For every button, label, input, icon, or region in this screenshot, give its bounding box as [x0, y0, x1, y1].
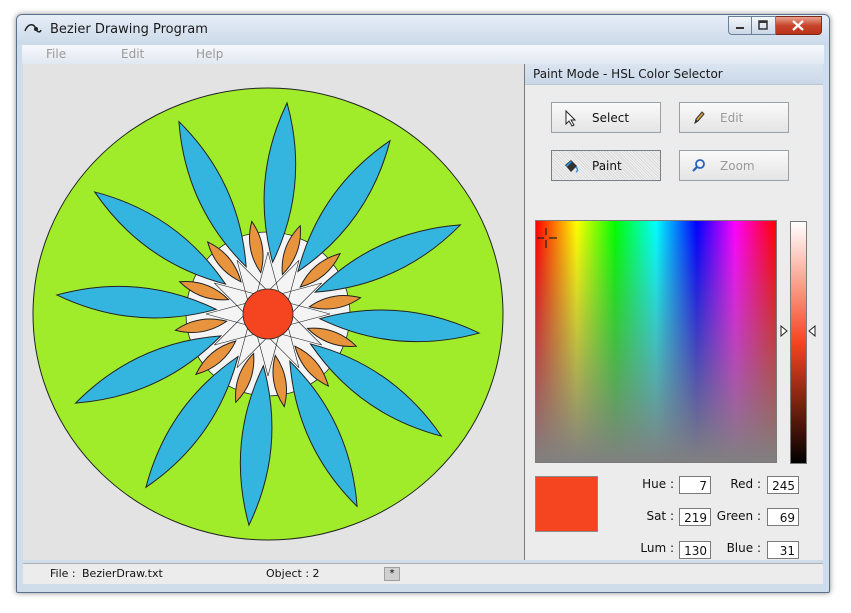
hue-saturation-picker[interactable] — [535, 220, 777, 463]
luminance-left-arrow-icon[interactable] — [780, 325, 788, 337]
menu-bar: File Edit Help — [22, 45, 824, 64]
status-file-name: BezierDraw.txt — [82, 567, 163, 580]
status-file-label: File : — [50, 567, 76, 580]
blue-label: Blue : — [726, 541, 761, 555]
menu-edit[interactable]: Edit — [121, 47, 144, 61]
luminance-slider[interactable] — [790, 221, 807, 464]
minimize-icon — [736, 27, 744, 29]
lum-field[interactable]: 130 — [679, 541, 711, 559]
maximize-icon — [758, 20, 768, 30]
bezier-app-icon — [24, 24, 42, 33]
paint-mode-panel: Paint Mode - HSL Color Selector Select E… — [525, 64, 823, 560]
selected-color-swatch — [535, 476, 598, 532]
close-icon — [792, 20, 804, 31]
magnifier-icon — [692, 159, 705, 172]
pencil-icon — [694, 111, 705, 125]
crosshair-icon — [537, 228, 557, 248]
zoom-tool-button[interactable]: Zoom — [679, 150, 789, 181]
green-field[interactable]: 69 — [767, 508, 799, 526]
sat-field[interactable]: 219 — [679, 508, 711, 526]
status-grip: * — [384, 567, 400, 581]
maximize-button[interactable] — [752, 16, 776, 35]
paint-bucket-icon — [565, 160, 579, 173]
select-arrow-icon — [565, 109, 577, 127]
drawing-canvas[interactable] — [23, 64, 525, 560]
lum-label: Lum : — [640, 541, 674, 555]
close-button[interactable] — [776, 16, 822, 35]
panel-header: Paint Mode - HSL Color Selector — [525, 64, 823, 85]
edit-tool-button[interactable]: Edit — [679, 102, 789, 133]
blue-field[interactable]: 31 — [767, 541, 799, 559]
panel-title: Paint Mode - HSL Color Selector — [533, 67, 723, 81]
sat-label: Sat : — [646, 509, 674, 523]
flower-center[interactable] — [242, 288, 294, 340]
bezier-drawing — [32, 87, 504, 541]
minimize-button[interactable] — [728, 16, 752, 35]
status-object-count: Object : 2 — [266, 567, 320, 580]
title-bar[interactable]: Bezier Drawing Program — [17, 15, 829, 45]
green-label: Green : — [716, 509, 761, 523]
zoom-tool-label: Zoom — [720, 159, 755, 173]
edit-tool-label: Edit — [720, 111, 744, 125]
paint-tool-label: Paint — [592, 159, 622, 173]
luminance-right-arrow-icon[interactable] — [808, 325, 816, 337]
menu-help[interactable]: Help — [196, 47, 223, 61]
menu-file[interactable]: File — [46, 47, 66, 61]
red-field[interactable]: 245 — [767, 476, 799, 494]
hue-label: Hue : — [642, 477, 674, 491]
paint-tool-button[interactable]: Paint — [551, 150, 661, 181]
app-window: Bezier Drawing Program File Edit Help Pa… — [16, 14, 830, 593]
hue-field[interactable]: 7 — [679, 476, 711, 494]
select-tool-button[interactable]: Select — [551, 102, 661, 133]
select-tool-label: Select — [592, 111, 630, 125]
window-title: Bezier Drawing Program — [50, 22, 208, 37]
red-label: Red : — [730, 477, 761, 491]
status-bar: File : BezierDraw.txt Object : 2 * — [23, 563, 823, 584]
